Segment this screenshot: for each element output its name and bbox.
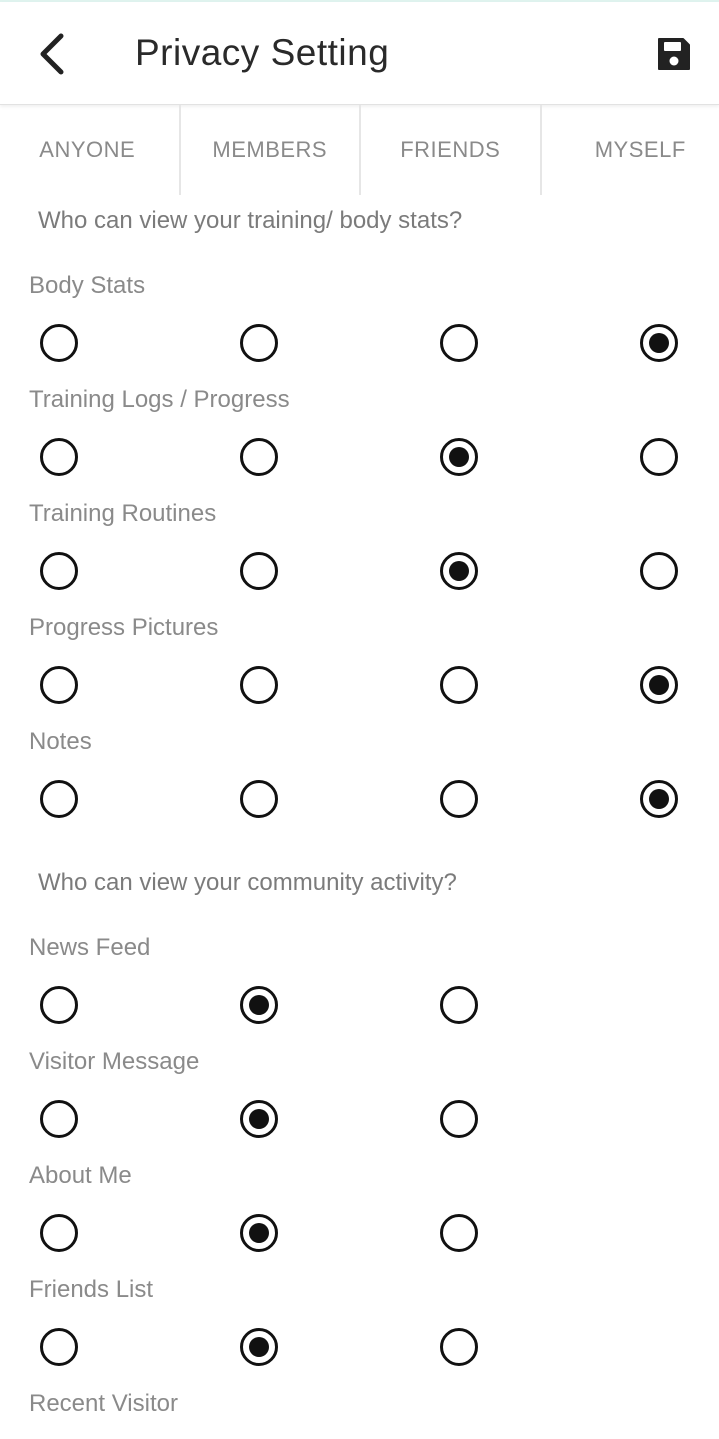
audience-tabs: ANYONE MEMBERS FRIENDS MYSELF — [0, 105, 719, 195]
radio-progress-pictures-anyone[interactable] — [40, 666, 78, 704]
radio-visitor-message-anyone[interactable] — [40, 1100, 78, 1138]
setting-label-visitor-message: Visitor Message — [29, 1048, 200, 1075]
setting-label-training-routines: Training Routines — [29, 500, 217, 527]
radio-selected-dot — [449, 447, 469, 467]
setting-label-recent-visitor: Recent Visitor — [29, 1390, 178, 1417]
radio-about-me-members[interactable] — [240, 1214, 278, 1252]
tab-members-label: MEMBERS — [212, 137, 328, 162]
radio-training-routines-members[interactable] — [240, 552, 278, 590]
radio-selected-dot — [249, 1223, 269, 1243]
setting-label-notes: Notes — [29, 728, 92, 755]
radio-visitor-message-friends[interactable] — [440, 1100, 478, 1138]
setting-label-training-logs-progress: Training Logs / Progress — [29, 386, 290, 413]
setting-label-progress-pictures: Progress Pictures — [29, 614, 219, 641]
radio-training-logs-progress-friends[interactable] — [440, 438, 478, 476]
setting-label-body-stats: Body Stats — [29, 272, 146, 299]
radio-news-feed-anyone[interactable] — [40, 986, 78, 1024]
radio-friends-list-friends[interactable] — [440, 1328, 478, 1366]
radio-about-me-anyone[interactable] — [40, 1214, 78, 1252]
radio-selected-dot — [649, 675, 669, 695]
page-title: Privacy Setting — [135, 32, 390, 73]
radio-friends-list-anyone[interactable] — [40, 1328, 78, 1366]
radio-training-logs-progress-myself[interactable] — [640, 438, 678, 476]
radio-selected-dot — [449, 561, 469, 581]
radio-selected-dot — [649, 789, 669, 809]
radio-selected-dot — [649, 333, 669, 353]
tab-anyone[interactable]: ANYONE — [0, 105, 179, 195]
radio-training-logs-progress-members[interactable] — [240, 438, 278, 476]
radio-notes-myself[interactable] — [640, 780, 678, 818]
radio-notes-friends[interactable] — [440, 780, 478, 818]
tab-anyone-label: ANYONE — [39, 137, 136, 162]
radio-news-feed-friends[interactable] — [440, 986, 478, 1024]
radio-selected-dot — [249, 995, 269, 1015]
section-question: Who can view your community activity? — [38, 869, 457, 896]
radio-training-routines-friends[interactable] — [440, 552, 478, 590]
radio-selected-dot — [249, 1337, 269, 1357]
radio-selected-dot — [249, 1109, 269, 1129]
radio-body-stats-friends[interactable] — [440, 324, 478, 362]
radio-progress-pictures-myself[interactable] — [640, 666, 678, 704]
tab-myself[interactable]: MYSELF — [542, 105, 719, 195]
chevron-left-icon — [40, 33, 64, 75]
radio-about-me-friends[interactable] — [440, 1214, 478, 1252]
radio-visitor-message-members[interactable] — [240, 1100, 278, 1138]
setting-label-friends-list: Friends List — [29, 1276, 154, 1303]
app-bar: Privacy Setting — [0, 2, 719, 105]
setting-label-about-me: About Me — [29, 1162, 132, 1189]
tab-myself-label: MYSELF — [594, 137, 686, 162]
radio-body-stats-members[interactable] — [240, 324, 278, 362]
radio-notes-members[interactable] — [240, 780, 278, 818]
radio-notes-anyone[interactable] — [40, 780, 78, 818]
save-button[interactable] — [650, 30, 698, 78]
tab-members[interactable]: MEMBERS — [181, 105, 360, 195]
floppy-disk-icon — [658, 38, 690, 70]
section-question: Who can view your training/ body stats? — [38, 207, 463, 234]
radio-progress-pictures-friends[interactable] — [440, 666, 478, 704]
radio-body-stats-myself[interactable] — [640, 324, 678, 362]
radio-news-feed-members[interactable] — [240, 986, 278, 1024]
tab-friends[interactable]: FRIENDS — [361, 105, 540, 195]
radio-progress-pictures-members[interactable] — [240, 666, 278, 704]
radio-training-routines-anyone[interactable] — [40, 552, 78, 590]
radio-training-routines-myself[interactable] — [640, 552, 678, 590]
radio-training-logs-progress-anyone[interactable] — [40, 438, 78, 476]
radio-friends-list-members[interactable] — [240, 1328, 278, 1366]
back-button[interactable] — [26, 26, 78, 82]
setting-label-news-feed: News Feed — [29, 934, 151, 961]
tab-friends-label: FRIENDS — [400, 137, 501, 162]
radio-body-stats-anyone[interactable] — [40, 324, 78, 362]
